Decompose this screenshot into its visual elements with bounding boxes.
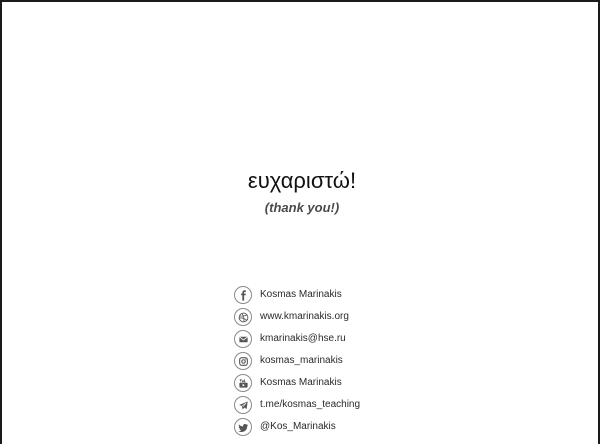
thank-you-title: ευχαριστώ! <box>247 168 357 193</box>
contact-youtube[interactable]: Kosmas Marinakis <box>234 373 454 393</box>
contact-twitter[interactable]: @Kos_Marinakis <box>234 417 454 437</box>
contact-facebook[interactable]: Kosmas Marinakis <box>234 285 454 305</box>
facebook-icon <box>234 286 252 304</box>
instagram-icon <box>234 352 252 370</box>
contact-website-label: www.kmarinakis.org <box>260 311 349 322</box>
contact-youtube-label: Kosmas Marinakis <box>260 377 342 388</box>
contact-website[interactable]: www.kmarinakis.org <box>234 307 454 327</box>
contact-telegram[interactable]: t.me/kosmas_teaching <box>234 395 454 415</box>
contact-facebook-label: Kosmas Marinakis <box>260 289 342 300</box>
contact-list: Kosmas Marinakis www.kmarinakis.org kmar… <box>234 285 454 439</box>
contact-twitter-label: @Kos_Marinakis <box>260 421 336 432</box>
web-icon <box>234 308 252 326</box>
contact-telegram-label: t.me/kosmas_teaching <box>260 399 361 410</box>
contact-instagram-label: kosmas_marinakis <box>260 355 343 366</box>
contact-email[interactable]: kmarinakis@hse.ru <box>234 329 454 349</box>
contact-instagram[interactable]: kosmas_marinakis <box>234 351 454 371</box>
youtube-icon <box>234 374 252 392</box>
thank-you-subtitle: (thank you!) <box>264 200 340 215</box>
slide: ευχαριστώ! (thank you!) Kosmas Marinakis… <box>0 0 600 444</box>
telegram-icon <box>234 396 252 414</box>
contact-email-label: kmarinakis@hse.ru <box>260 333 346 344</box>
email-icon <box>234 330 252 348</box>
twitter-icon <box>234 418 252 436</box>
